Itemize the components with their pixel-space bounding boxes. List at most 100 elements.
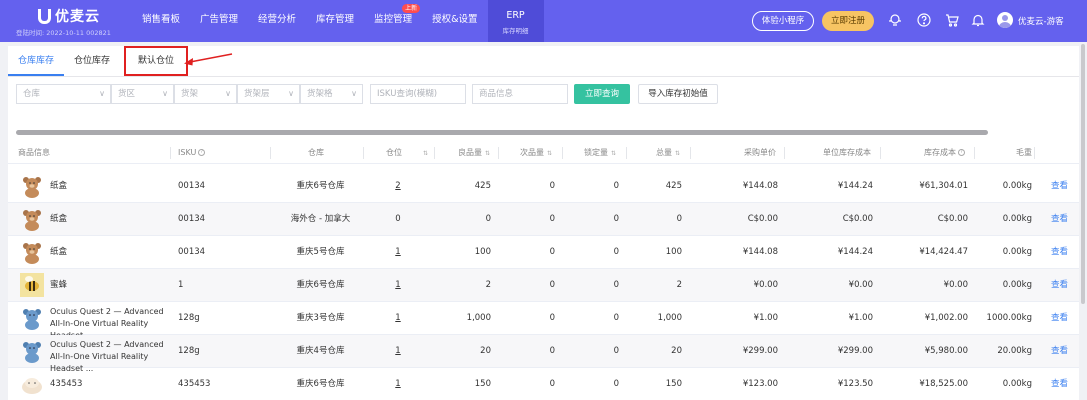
warehouse-select[interactable]: 仓库 ∨ (16, 84, 111, 104)
view-link[interactable]: 查看 (1051, 236, 1068, 268)
table-row: 纸盒 00134 重庆5号仓库 1 100 0 0 100 ¥144.08 ¥144.24 ¥14,… (8, 236, 1087, 269)
view-link[interactable]: 查看 (1051, 302, 1068, 334)
nav-item-inventory[interactable]: 库存管理 (306, 0, 364, 42)
cell-defect-qty: 0 (549, 247, 555, 257)
cell-unit-price: ¥144.08 (742, 181, 778, 191)
col-product: 商品信息 (18, 142, 50, 164)
tab-default-slot[interactable]: 默认仓位 (124, 46, 189, 76)
help-icon[interactable]: ? (198, 149, 206, 156)
nav-item-settings[interactable]: 授权&设置 (422, 0, 487, 42)
cell-good-qty: 0 (485, 214, 491, 224)
brand-logo[interactable]: 优麦云 (38, 6, 100, 26)
col-locked-qty[interactable]: 锁定量 ⇅ (584, 142, 616, 164)
chevron-down-icon: ∨ (162, 89, 168, 98)
cell-slot[interactable]: 1 (388, 236, 408, 268)
cell-stock-cost: C$0.00 (937, 214, 968, 224)
red-arrow-annotation (184, 53, 233, 66)
column-divider (784, 147, 785, 159)
view-link[interactable]: 查看 (1051, 335, 1068, 367)
import-initial-stock-button[interactable]: 导入库存初始值 (638, 84, 718, 104)
sort-icon[interactable]: ⇅ (485, 150, 490, 157)
register-button[interactable]: 立即注册 (822, 11, 874, 31)
cell-locked-qty: 0 (613, 346, 619, 356)
sort-icon[interactable]: ⇅ (675, 150, 680, 157)
cell-stock-cost: ¥61,304.01 (919, 181, 968, 191)
cell-slot[interactable]: 1 (388, 335, 408, 367)
view-link[interactable]: 查看 (1051, 203, 1068, 235)
col-label: 仓位 (386, 148, 402, 157)
nav-item-analysis[interactable]: 经营分析 (248, 0, 306, 42)
sort-icon[interactable]: ⇅ (420, 142, 428, 164)
cell-unit-cost: ¥0.00 (848, 280, 873, 290)
col-label: ISKU (178, 148, 197, 157)
nav-item-sales-dashboard[interactable]: 销售看板 (132, 0, 190, 42)
new-badge: 上新 (402, 4, 421, 13)
cell-slot[interactable]: 1 (388, 269, 408, 301)
cell-total: 2 (676, 280, 682, 290)
shelf-slot-select[interactable]: 货架格 ∨ (300, 84, 363, 104)
cell-gross-weight: 1000.00kg (986, 313, 1032, 323)
cell-slot[interactable]: 1 (388, 368, 408, 400)
col-unit-price: 采购单价 (744, 142, 776, 164)
col-defect-qty[interactable]: 次品量 ⇅ (520, 142, 552, 164)
col-total[interactable]: 总量 ⇅ (656, 142, 680, 164)
view-link[interactable]: 查看 (1051, 269, 1068, 301)
cell-warehouse: 重庆3号仓库 (296, 313, 345, 323)
view-link[interactable]: 查看 (1051, 368, 1068, 400)
shelf-layer-select[interactable]: 货架层 ∨ (237, 84, 300, 104)
horizontal-scrollbar[interactable] (16, 130, 988, 135)
bell-icon[interactable] (971, 13, 985, 27)
column-divider (434, 147, 435, 159)
cell-warehouse: 重庆6号仓库 (296, 379, 345, 389)
tab-warehouse-stock[interactable]: 仓库库存 (8, 46, 65, 76)
view-link[interactable]: 查看 (1051, 170, 1068, 202)
user-name[interactable]: 优麦云-游客 (1018, 15, 1064, 27)
cell-product: Oculus Quest 2 — Advanced All-In-One Vir… (50, 307, 164, 340)
cell-slot: 0 (395, 214, 401, 224)
cell-isku: 435453 (178, 379, 211, 389)
support-icon[interactable] (888, 13, 902, 27)
cell-isku: 1 (178, 280, 184, 290)
cell-stock-cost: ¥0.00 (943, 280, 968, 290)
cell-locked-qty: 0 (613, 181, 619, 191)
nav-item-ads[interactable]: 广告管理 (190, 0, 248, 42)
cell-unit-cost: C$0.00 (842, 214, 873, 224)
mini-program-button[interactable]: 体验小程序 (752, 11, 814, 31)
col-slot[interactable]: 仓位 (386, 142, 402, 164)
tab-slot-stock[interactable]: 仓位库存 (64, 46, 120, 76)
user-avatar-icon[interactable] (997, 12, 1013, 28)
col-warehouse: 仓库 (308, 142, 324, 164)
chevron-down-icon: ∨ (351, 89, 357, 98)
cart-icon[interactable] (945, 13, 959, 27)
cell-unit-cost: ¥1.00 (848, 313, 873, 323)
sort-icon[interactable]: ⇅ (547, 150, 552, 157)
nav-item-monitor[interactable]: 监控管理 上新 (364, 0, 422, 42)
cell-unit-price: ¥144.08 (742, 247, 778, 257)
help-icon[interactable] (917, 13, 931, 27)
help-icon[interactable]: ? (958, 149, 965, 156)
column-divider (690, 147, 691, 159)
col-good-qty[interactable]: 良品量 ⇅ (458, 142, 490, 164)
nav-item-label: 广告管理 (200, 14, 239, 25)
cell-warehouse: 重庆5号仓库 (296, 247, 345, 257)
cell-good-qty: 1,000 (466, 313, 491, 323)
cell-slot[interactable]: 1 (388, 302, 408, 334)
nav-item-label: 经营分析 (258, 14, 297, 25)
cell-product: Oculus Quest 2 — Advanced All-In-One Vir… (50, 340, 164, 373)
nav-item-sublabel: 库存明细 (502, 27, 529, 35)
query-button[interactable]: 立即查询 (574, 84, 630, 104)
cell-slot[interactable]: 2 (388, 170, 408, 202)
nav-item-label: 监控管理 (374, 14, 413, 25)
isku-search-input[interactable]: ISKU查询(模糊) (370, 84, 466, 104)
cell-unit-cost: ¥299.00 (837, 346, 873, 356)
nav-item-erp[interactable]: ERP 库存明细 (487, 0, 544, 42)
shelf-select[interactable]: 货架 ∨ (174, 84, 237, 104)
sort-icon[interactable]: ⇅ (611, 150, 616, 157)
col-label: 良品量 (458, 148, 482, 157)
product-search-input[interactable]: 商品信息 (472, 84, 568, 104)
col-label: 采购单价 (744, 148, 776, 157)
zone-select[interactable]: 货区 ∨ (111, 84, 174, 104)
vertical-scrollbar-thumb[interactable] (1081, 44, 1085, 304)
cell-defect-qty: 0 (549, 346, 555, 356)
cell-total: 150 (665, 379, 682, 389)
